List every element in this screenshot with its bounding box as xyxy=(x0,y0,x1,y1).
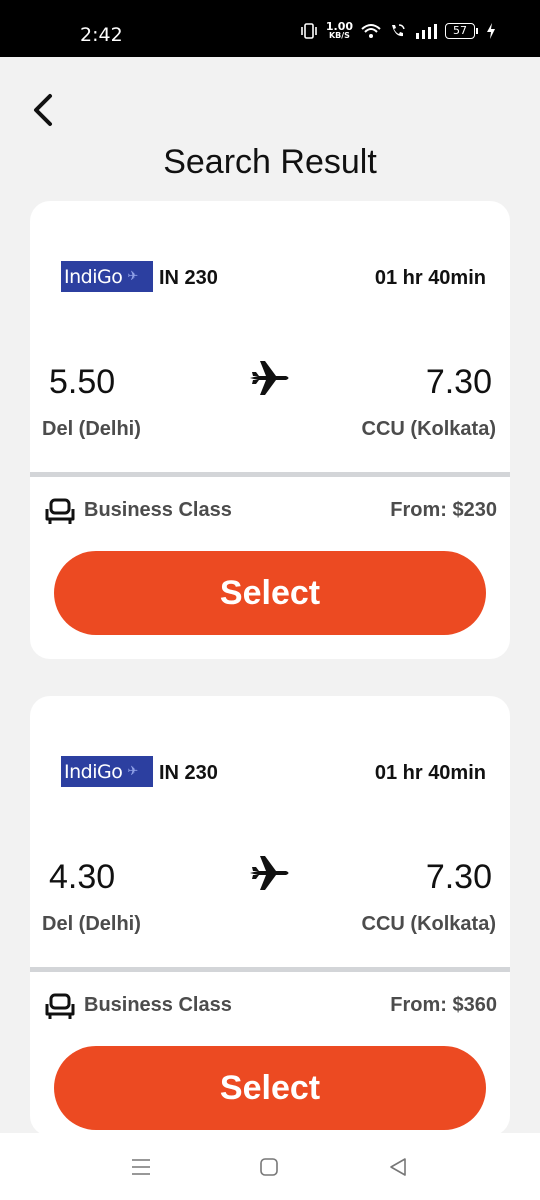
square-home-icon[interactable] xyxy=(259,1158,279,1176)
wifi-calling-icon xyxy=(392,24,405,37)
seat-class: Business Class xyxy=(84,499,232,521)
select-button[interactable]: Select xyxy=(54,1046,486,1130)
system-nav-bar xyxy=(0,1133,540,1200)
flight-number: IN 230 xyxy=(159,267,218,289)
status-bar: 2:42 1.00 KB/S 57 xyxy=(0,0,540,57)
battery-level: 57 xyxy=(445,23,475,39)
back-arrow-icon[interactable] xyxy=(30,92,60,128)
network-speed-unit: KB/S xyxy=(328,31,350,40)
divider xyxy=(30,967,510,972)
vibrate-icon xyxy=(301,23,317,39)
price: From: $360 xyxy=(390,994,497,1016)
airplane-icon xyxy=(250,361,289,395)
divider xyxy=(30,472,510,477)
status-time: 2:42 xyxy=(80,24,123,46)
arrival-time: 7.30 xyxy=(425,858,492,896)
flight-number: IN 230 xyxy=(159,762,218,784)
charging-icon xyxy=(487,23,495,39)
arrival-city: CCU (Kolkata) xyxy=(361,913,496,935)
arrival-time: 7.30 xyxy=(425,363,492,401)
menu-lines-icon[interactable] xyxy=(131,1158,151,1176)
triangle-back-icon[interactable] xyxy=(388,1157,408,1177)
seat-icon xyxy=(45,993,75,1019)
departure-time: 5.50 xyxy=(49,363,116,401)
logo-plane-icon: ✈ xyxy=(127,269,138,284)
arrival-city: CCU (Kolkata) xyxy=(361,418,496,440)
flight-card: IndiGo ✈ IN 230 01 hr 40min 4.30 7.30 De… xyxy=(30,696,510,1136)
airline-logo: IndiGo ✈ xyxy=(61,261,153,292)
seat-class: Business Class xyxy=(84,994,232,1016)
wifi-icon xyxy=(361,24,381,38)
departure-city: Del (Delhi) xyxy=(42,913,141,935)
network-speed: 1.00 KB/S xyxy=(325,20,353,40)
select-button[interactable]: Select xyxy=(54,551,486,635)
page-title: Search Result xyxy=(163,143,377,181)
logo-plane-icon: ✈ xyxy=(127,764,138,779)
signal-icon xyxy=(416,24,437,39)
airline-logo-text: IndiGo xyxy=(64,265,123,288)
departure-time: 4.30 xyxy=(49,858,116,896)
departure-city: Del (Delhi) xyxy=(42,418,141,440)
network-speed-value: 1.00 xyxy=(325,20,353,33)
price: From: $230 xyxy=(390,499,497,521)
airline-logo-text: IndiGo xyxy=(64,760,123,783)
status-icons: 1.00 KB/S 57 xyxy=(300,20,496,40)
battery-indicator: 57 xyxy=(445,23,478,39)
airplane-icon xyxy=(250,856,289,890)
airline-logo: IndiGo ✈ xyxy=(61,756,153,787)
seat-icon xyxy=(45,498,75,524)
flight-card: IndiGo ✈ IN 230 01 hr 40min 5.50 7.30 De… xyxy=(30,201,510,659)
flight-duration: 01 hr 40min xyxy=(374,267,486,289)
flight-duration: 01 hr 40min xyxy=(374,762,486,784)
